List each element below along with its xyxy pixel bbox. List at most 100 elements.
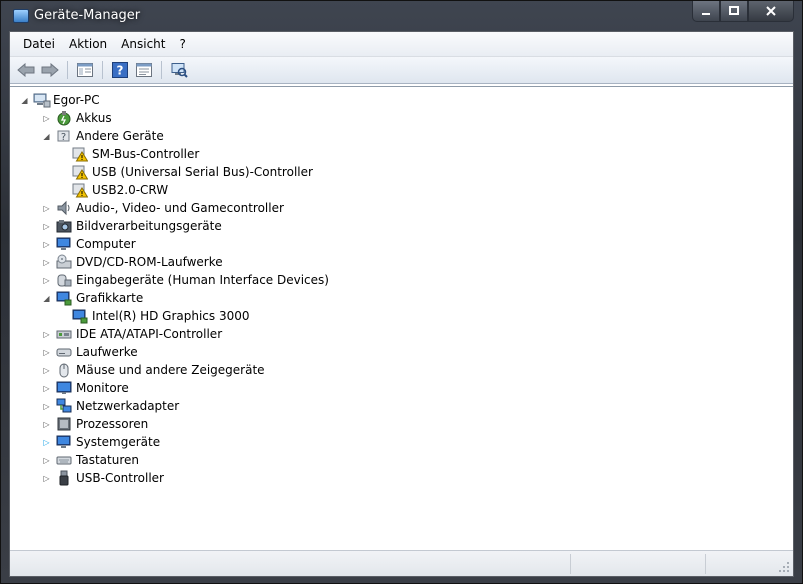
tree-item-label: Bildverarbeitungsgeräte <box>76 219 222 233</box>
minimize-button[interactable] <box>692 1 720 22</box>
tree-child-label: SM-Bus-Controller <box>92 147 200 161</box>
tree-item[interactable]: ◢ ? Andere Geräte <box>42 127 164 145</box>
maximize-button[interactable] <box>720 1 748 22</box>
tree-item[interactable]: ▷ Prozessoren <box>42 415 148 433</box>
expand-expander[interactable]: ▷ <box>42 276 51 285</box>
tree-item-label: Eingabegeräte (Human Interface Devices) <box>76 273 329 287</box>
toolbar: ? <box>10 57 793 84</box>
tree-item-label: Grafikkarte <box>76 291 144 305</box>
keyboard-icon <box>56 452 72 468</box>
expand-expander[interactable]: ▷ <box>42 240 51 249</box>
tree-item[interactable]: ▷ USB-Controller <box>42 469 164 487</box>
toolbar-separator <box>102 61 103 79</box>
tree-child-label: USB (Universal Serial Bus)-Controller <box>92 165 313 179</box>
tree-item[interactable]: ▷ Eingabegeräte (Human Interface Devices… <box>42 271 329 289</box>
tree-item-label: Netzwerkadapter <box>76 399 180 413</box>
tree-item-label: USB-Controller <box>76 471 164 485</box>
close-button[interactable] <box>748 1 794 22</box>
tree-item[interactable]: ▷ Laufwerke <box>42 343 138 361</box>
tree-item-label: DVD/CD-ROM-Laufwerke <box>76 255 223 269</box>
camera-icon <box>56 218 72 234</box>
device-manager-window: Geräte-Manager Datei Aktion Ansicht ? ? … <box>0 0 803 584</box>
minimize-icon <box>702 13 710 15</box>
system-devices-icon <box>56 434 72 450</box>
expand-expander[interactable]: ▷ <box>42 366 51 375</box>
ide-controller-icon <box>56 326 72 342</box>
tree-item-label: Akkus <box>76 111 112 125</box>
tree-view-button[interactable] <box>75 60 95 80</box>
expand-expander[interactable]: ▷ <box>42 222 51 231</box>
svg-text:?: ? <box>61 132 66 143</box>
expand-expander[interactable]: ▷ <box>42 420 51 429</box>
optical-drive-icon <box>56 254 72 270</box>
tree-item[interactable]: ▷ Computer <box>42 235 135 253</box>
collapse-expander[interactable]: ◢ <box>42 294 51 303</box>
device-tree[interactable]: ◢ Egor-PC ▷ Akkus ◢ ? Andere Geräte SM-B… <box>10 86 793 548</box>
tree-item[interactable]: ▷ Tastaturen <box>42 451 139 469</box>
warning-device-icon <box>72 182 89 198</box>
tree-item[interactable]: ▷ Akkus <box>42 109 112 127</box>
expand-expander[interactable]: ▷ <box>42 258 51 267</box>
status-separator <box>570 554 571 574</box>
expand-expander[interactable]: ▷ <box>42 204 51 213</box>
help-button[interactable]: ? <box>110 60 130 80</box>
expand-expander[interactable]: ▷ <box>42 474 51 483</box>
maximize-icon <box>729 6 739 15</box>
tree-item[interactable]: ▷ Monitore <box>42 379 129 397</box>
expand-expander[interactable]: ▷ <box>42 384 51 393</box>
resize-grip-icon[interactable] <box>778 561 790 573</box>
tree-item[interactable]: ▷ IDE ATA/ATAPI-Controller <box>42 325 222 343</box>
collapse-expander[interactable]: ◢ <box>20 96 29 105</box>
properties-button[interactable] <box>134 60 154 80</box>
tree-item-label: Mäuse und andere Zeigegeräte <box>76 363 265 377</box>
menu-file[interactable]: Datei <box>16 37 62 51</box>
tree-item[interactable]: ▷ Mäuse und andere Zeigegeräte <box>42 361 265 379</box>
tree-item[interactable]: ▷ Systemgeräte <box>42 433 160 451</box>
tree-item[interactable]: ▷ Bildverarbeitungsgeräte <box>42 217 222 235</box>
expand-expander[interactable]: ▷ <box>42 330 51 339</box>
properties-icon <box>136 63 152 77</box>
menu-bar: Datei Aktion Ansicht ? <box>10 32 793 57</box>
computer-icon <box>33 92 51 108</box>
back-button[interactable] <box>16 60 36 80</box>
expand-expander[interactable]: ▷ <box>42 402 51 411</box>
expand-expander[interactable]: ▷ <box>42 114 51 123</box>
processor-icon <box>56 416 72 432</box>
tree-child-item[interactable]: Intel(R) HD Graphics 3000 <box>72 307 250 325</box>
network-adapter-icon <box>56 398 72 414</box>
display-adapter-icon <box>56 290 72 306</box>
tree-child-item[interactable]: SM-Bus-Controller <box>72 145 199 163</box>
tree-item-label: Systemgeräte <box>76 435 161 449</box>
device-manager-app-icon <box>13 9 29 23</box>
tree-child-label: Intel(R) HD Graphics 3000 <box>92 309 250 323</box>
speaker-icon <box>56 200 72 216</box>
warning-device-icon <box>72 146 89 162</box>
expand-expander[interactable]: ▷ <box>42 456 51 465</box>
menu-action[interactable]: Aktion <box>62 37 114 51</box>
menu-view[interactable]: Ansicht <box>114 37 172 51</box>
tree-item[interactable]: ▷ Netzwerkadapter <box>42 397 179 415</box>
display-adapter-icon <box>72 308 88 324</box>
tree-view-icon <box>77 63 93 77</box>
tree-item-label: IDE ATA/ATAPI-Controller <box>76 327 223 341</box>
tree-item-label: Tastaturen <box>76 453 139 467</box>
title-bar[interactable]: Geräte-Manager <box>1 1 802 31</box>
tree-child-item[interactable]: USB (Universal Serial Bus)-Controller <box>72 163 313 181</box>
scan-hardware-button[interactable] <box>169 60 189 80</box>
tree-item-label: Monitore <box>76 381 129 395</box>
collapse-expander[interactable]: ◢ <box>42 132 51 141</box>
menu-help[interactable]: ? <box>172 37 192 51</box>
tree-child-item[interactable]: USB2.0-CRW <box>72 181 168 199</box>
disk-drive-icon <box>56 344 72 360</box>
tree-root[interactable]: ◢ Egor-PC <box>20 91 100 109</box>
tree-item[interactable]: ▷ Audio-, Video- und Gamecontroller <box>42 199 284 217</box>
forward-button[interactable] <box>40 60 60 80</box>
tree-item[interactable]: ◢ Grafikkarte <box>42 289 143 307</box>
expand-expander[interactable]: ▷ <box>42 348 51 357</box>
tree-item[interactable]: ▷ DVD/CD-ROM-Laufwerke <box>42 253 223 271</box>
expand-expander-hover[interactable]: ▷ <box>42 438 51 447</box>
forward-arrow-icon <box>41 63 59 77</box>
tree-item-label: Andere Geräte <box>76 129 164 143</box>
back-arrow-icon <box>17 63 35 77</box>
tree-item-label: Laufwerke <box>76 345 138 359</box>
